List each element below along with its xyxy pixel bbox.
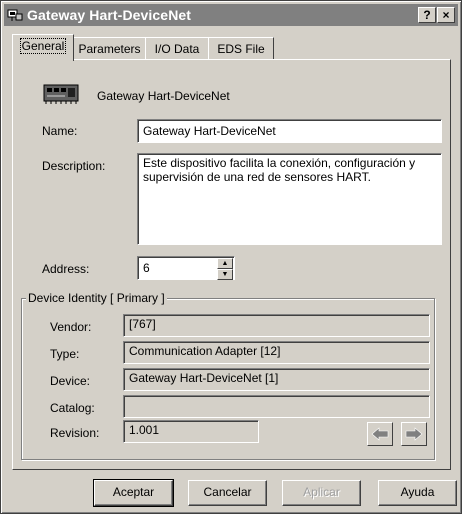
tab-general-label: General [19,38,67,54]
tab-general[interactable]: General [12,34,74,61]
address-label: Address: [42,262,90,276]
accept-button[interactable]: Aceptar [93,479,174,507]
type-label: Type: [50,347,80,361]
network-device-icon [7,9,23,21]
device-field: Gateway Hart-DeviceNet [1] [123,368,430,391]
dialog-window: Gateway Hart-DeviceNet ? × General Param… [0,0,462,514]
close-title-button[interactable]: × [437,7,455,23]
help-button[interactable]: Ayuda [378,480,457,506]
device-label: Device: [50,374,91,388]
next-device-button[interactable] [401,422,427,446]
device-identity-title: Device Identity [ Primary ] [26,291,167,305]
type-field: Communication Adapter [12] [123,341,430,364]
help-title-button[interactable]: ? [418,7,436,23]
circuit-board-icon [43,84,79,104]
spin-down-button[interactable]: ▼ [217,269,233,280]
tab-parameters[interactable]: Parameters [73,37,146,60]
tab-eds-file[interactable]: EDS File [208,37,274,60]
catalog-field [123,395,430,418]
address-spinner: ▲ ▼ [217,258,233,280]
revision-field: 1.001 [123,420,259,443]
device-title: Gateway Hart-DeviceNet [97,89,230,103]
description-field[interactable]: Este dispositivo facilita la conexión, c… [137,153,442,245]
description-label: Description: [42,159,106,173]
tab-io-data[interactable]: I/O Data [145,37,209,60]
name-field[interactable] [137,119,442,143]
name-label: Name: [42,124,78,138]
title-bar[interactable]: Gateway Hart-DeviceNet ? × [4,4,458,26]
arrow-right-icon [405,427,423,441]
catalog-label: Catalog: [50,401,95,415]
spin-up-button[interactable]: ▲ [217,258,233,269]
arrow-left-icon [371,427,389,441]
prev-device-button[interactable] [367,422,393,446]
revision-label: Revision: [50,426,100,440]
window-title: Gateway Hart-DeviceNet [27,7,192,23]
vendor-label: Vendor: [50,320,92,334]
cancel-button[interactable]: Cancelar [188,480,267,506]
vendor-field: [767] [123,314,430,337]
apply-button[interactable]: Aplicar [282,480,361,506]
tab-panel-general: Gateway Hart-DeviceNet Name: Description… [12,59,451,470]
